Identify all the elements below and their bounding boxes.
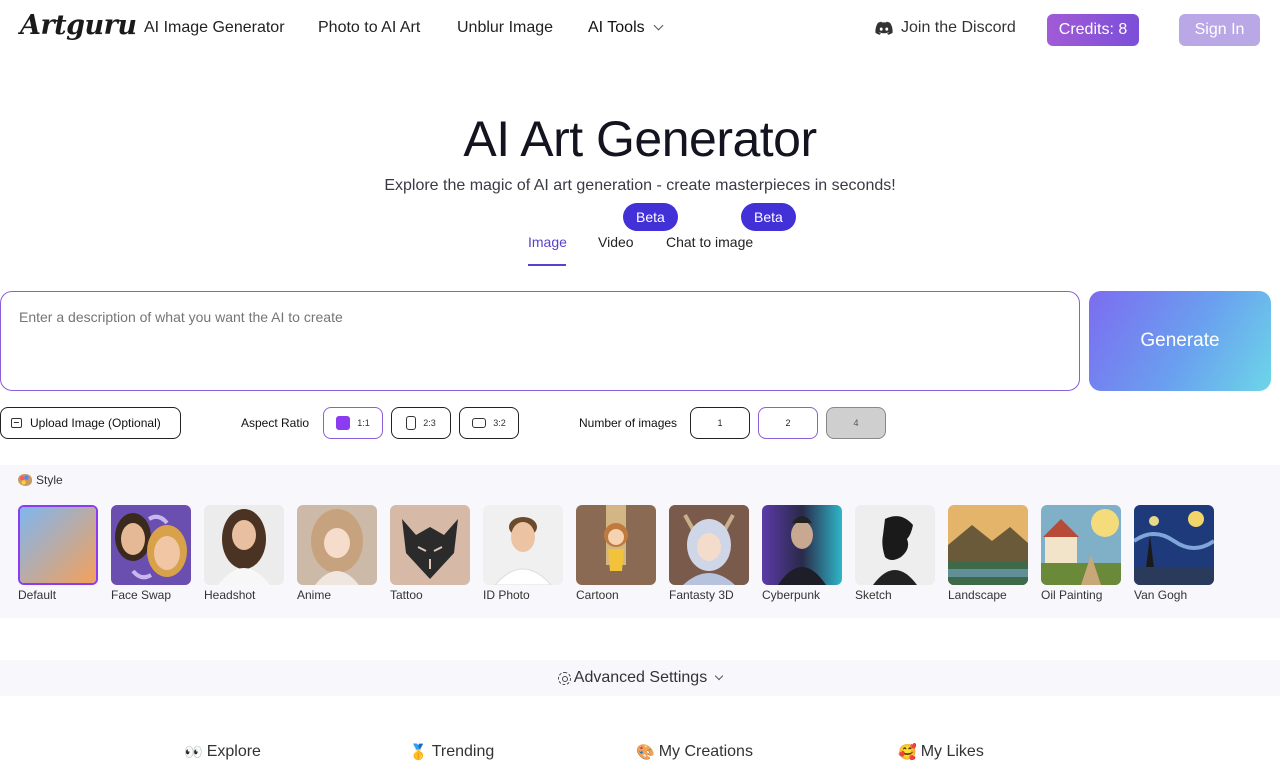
- nav-unblur-image[interactable]: Unblur Image: [457, 19, 553, 37]
- style-label: Cartoon: [576, 588, 619, 602]
- style-oil-painting[interactable]: Oil Painting: [1041, 505, 1121, 602]
- style-label: Cyberpunk: [762, 588, 821, 602]
- style-heading-label: Style: [36, 473, 63, 487]
- style-thumb: [1041, 505, 1121, 585]
- style-thumb: [390, 505, 470, 585]
- ratio-label: 3:2: [493, 418, 506, 428]
- style-thumb: [204, 505, 284, 585]
- count-2-button[interactable]: 2: [758, 407, 818, 439]
- landscape-ratio-icon: [472, 418, 487, 428]
- tab-image[interactable]: Image: [528, 234, 567, 250]
- medal-icon: 🥇: [409, 744, 428, 761]
- style-heading: Style: [18, 473, 63, 487]
- style-label: Default: [18, 588, 57, 602]
- tab-trending[interactable]: 🥇 Trending: [409, 743, 494, 761]
- tab-chat-to-image[interactable]: Chat to image: [666, 234, 753, 250]
- palette-icon: [18, 474, 32, 486]
- style-thumb: [669, 505, 749, 585]
- style-fantasy-3d[interactable]: Fantasty 3D: [669, 505, 749, 602]
- upload-image-button[interactable]: Upload Image (Optional): [0, 407, 181, 439]
- style-label: Anime: [297, 588, 332, 602]
- style-cyberpunk[interactable]: Cyberpunk: [762, 505, 842, 602]
- top-header: Artguru AI Image Generator Photo to AI A…: [0, 0, 1280, 60]
- style-van-gogh[interactable]: Van Gogh: [1134, 505, 1214, 602]
- tab-my-likes[interactable]: 🥰 My Likes: [898, 743, 984, 761]
- style-label: Van Gogh: [1134, 588, 1188, 602]
- image-icon: [11, 418, 22, 428]
- style-thumb: [111, 505, 191, 585]
- ratio-1-1-button[interactable]: 1:1: [323, 407, 383, 439]
- style-anime[interactable]: Anime: [297, 505, 377, 602]
- style-sketch[interactable]: Sketch: [855, 505, 935, 602]
- page-subtitle: Explore the magic of AI art generation -…: [384, 177, 896, 194]
- tab-trending-label: Trending: [431, 743, 495, 760]
- video-beta-badge: Beta: [623, 203, 678, 231]
- active-tab-indicator: [528, 264, 566, 266]
- advanced-settings-label: Advanced Settings: [573, 669, 708, 686]
- upload-image-label: Upload Image (Optional): [30, 416, 161, 430]
- style-tattoo[interactable]: Tattoo: [390, 505, 470, 602]
- style-thumb: [948, 505, 1028, 585]
- page-title: AI Art Generator: [463, 111, 817, 167]
- style-thumb: [18, 505, 98, 585]
- advanced-settings-toggle[interactable]: Advanced Settings: [0, 660, 1280, 696]
- style-label: Headshot: [204, 588, 256, 602]
- style-landscape[interactable]: Landscape: [948, 505, 1028, 602]
- tab-video[interactable]: Video: [598, 234, 634, 250]
- nav-photo-to-ai-art[interactable]: Photo to AI Art: [318, 19, 420, 37]
- style-panel: Style Default Face Swap Headshot Anime T…: [0, 465, 1280, 618]
- tab-my-likes-label: My Likes: [920, 743, 984, 760]
- style-label: Oil Painting: [1041, 588, 1103, 602]
- square-ratio-icon: [336, 416, 351, 430]
- smiling-hearts-icon: 🥰: [898, 744, 917, 761]
- style-id-photo[interactable]: ID Photo: [483, 505, 563, 602]
- portrait-ratio-icon: [406, 416, 417, 430]
- style-label: Tattoo: [390, 588, 423, 602]
- style-default[interactable]: Default: [18, 505, 98, 602]
- number-of-images-label: Number of images: [579, 416, 678, 430]
- prompt-input[interactable]: [0, 291, 1080, 391]
- ratio-label: 1:1: [357, 418, 370, 428]
- chat-beta-badge: Beta: [741, 203, 796, 231]
- style-thumb: [576, 505, 656, 585]
- discord-label: Join the Discord: [901, 19, 1016, 36]
- style-thumb: [855, 505, 935, 585]
- generate-button[interactable]: Generate: [1089, 291, 1271, 391]
- tab-explore[interactable]: 👀 Explore: [184, 743, 261, 761]
- style-label: Landscape: [948, 588, 1007, 602]
- style-label: Fantasty 3D: [669, 588, 734, 602]
- ratio-label: 2:3: [423, 418, 436, 428]
- ratio-3-2-button[interactable]: 3:2: [459, 407, 519, 439]
- ratio-2-3-button[interactable]: 2:3: [391, 407, 451, 439]
- style-headshot[interactable]: Headshot: [204, 505, 284, 602]
- palette-icon: 🎨: [636, 744, 655, 761]
- style-label: Sketch: [855, 588, 892, 602]
- style-thumb: [483, 505, 563, 585]
- count-1-button[interactable]: 1: [690, 407, 750, 439]
- style-thumb: [1134, 505, 1214, 585]
- gear-icon: [557, 671, 571, 685]
- tab-my-creations-label: My Creations: [658, 743, 753, 760]
- chevron-down-icon: [714, 671, 724, 681]
- style-thumb: [762, 505, 842, 585]
- style-label: Face Swap: [111, 588, 172, 602]
- nav-ai-image-generator[interactable]: AI Image Generator: [144, 19, 285, 37]
- sign-in-button[interactable]: Sign In: [1179, 14, 1260, 46]
- eyes-icon: 👀: [184, 744, 203, 761]
- artguru-logo[interactable]: Artguru: [20, 10, 137, 41]
- nav-ai-tools-label: AI Tools: [588, 19, 645, 36]
- credits-button[interactable]: Credits: 8: [1047, 14, 1139, 46]
- style-cartoon[interactable]: Cartoon: [576, 505, 656, 602]
- nav-ai-tools[interactable]: AI Tools: [588, 19, 664, 37]
- count-4-button[interactable]: 4: [826, 407, 886, 439]
- tab-my-creations[interactable]: 🎨 My Creations: [636, 743, 753, 761]
- discord-icon: [875, 21, 893, 35]
- chevron-down-icon: [653, 20, 664, 31]
- join-discord-link[interactable]: Join the Discord: [875, 19, 1016, 37]
- style-face-swap[interactable]: Face Swap: [111, 505, 191, 602]
- style-thumb: [297, 505, 377, 585]
- style-label: ID Photo: [483, 588, 530, 602]
- aspect-ratio-label: Aspect Ratio: [241, 416, 310, 430]
- tab-explore-label: Explore: [206, 743, 261, 760]
